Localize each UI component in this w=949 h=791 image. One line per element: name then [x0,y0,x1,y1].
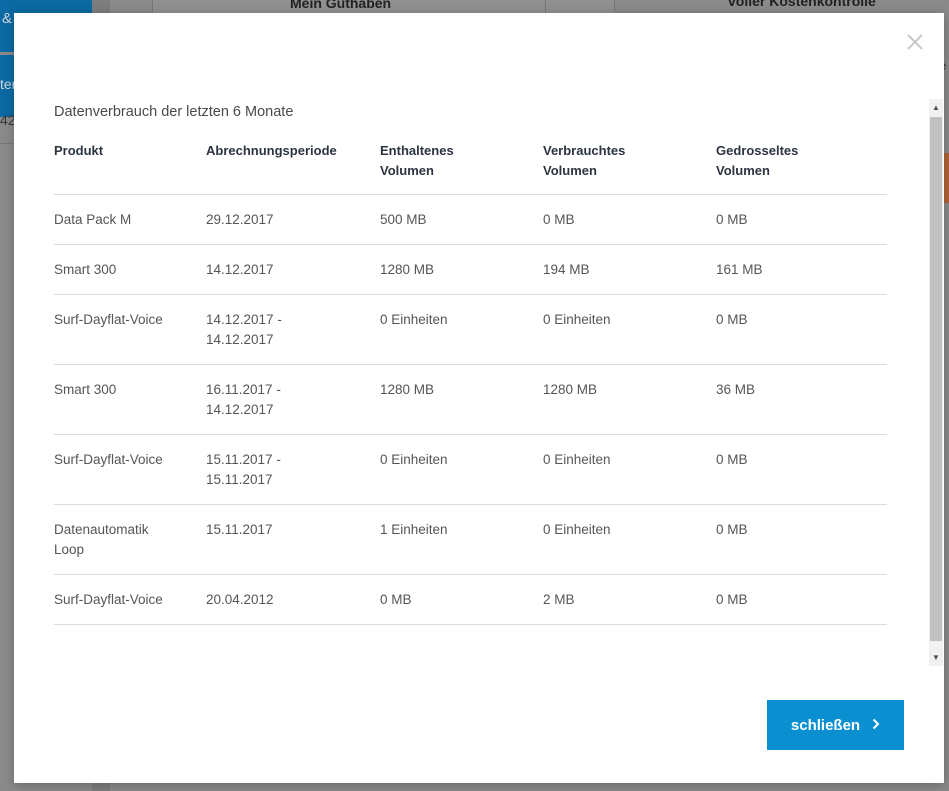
column-header-periode: Abrechnungsperiode [206,141,380,195]
background-divider [545,0,546,13]
cell-verbraucht: 0 MB [543,194,716,245]
close-modal-button-label: schließen [790,716,861,734]
cell-periode: 14.12.2017 [206,244,380,295]
cell-enthalten: 0 Einheiten [380,294,543,365]
cell-periode: 16.11.2017 - 14.12.2017 [206,364,380,435]
scroll-down-arrow-icon[interactable]: ▼ [929,649,943,666]
cell-produkt: Smart 300 [54,244,206,295]
cell-gedrosselt: 0 MB [716,194,887,245]
usage-table: Produkt Abrechnungsperiode Enthaltenes Vo… [54,141,887,625]
column-header-gedrosselt: Gedrosseltes Volumen [716,141,887,195]
cell-enthalten: 0 MB [380,574,543,625]
table-row: Datenautomatik Loop 15.11.2017 1 Einheit… [54,504,887,575]
cell-verbraucht: 1280 MB [543,364,716,435]
background-accent [944,153,949,203]
cell-produkt: Surf-Dayflat-Voice [54,434,206,505]
close-icon[interactable] [904,31,926,53]
close-modal-button[interactable]: schließen [767,700,904,750]
modal-content: Datenverbrauch der letzten 6 Monate Prod… [54,99,887,625]
cell-enthalten: 1280 MB [380,244,543,295]
cell-produkt: Datenautomatik Loop [54,504,206,575]
column-header-verbraucht: Verbrauchtes Volumen [543,141,716,195]
background-tile-text: & [2,10,13,27]
cell-verbraucht: 0 Einheiten [543,434,716,505]
cell-produkt: Surf-Dayflat-Voice [54,294,206,365]
cell-periode: 20.04.2012 [206,574,380,625]
modal-scroll-area[interactable]: Datenverbrauch der letzten 6 Monate Prod… [14,99,944,666]
cell-produkt: Smart 300 [54,364,206,435]
table-row: Smart 300 14.12.2017 1280 MB 194 MB 161 … [54,244,887,295]
cell-periode: 29.12.2017 [206,194,380,245]
cell-verbraucht: 194 MB [543,244,716,295]
section-title: Datenverbrauch der letzten 6 Monate [54,104,294,120]
table-row: Surf-Dayflat-Voice 14.12.2017 - 14.12.20… [54,294,887,365]
scroll-up-arrow-icon[interactable]: ▲ [929,99,943,116]
vertical-scrollbar[interactable]: ▲ ▼ [929,99,943,666]
cell-enthalten: 1280 MB [380,364,543,435]
table-row: Surf-Dayflat-Voice 20.04.2012 0 MB 2 MB … [54,574,887,625]
cell-produkt: Surf-Dayflat-Voice [54,574,206,625]
table-header-row: Produkt Abrechnungsperiode Enthaltenes Vo… [54,141,887,195]
column-header-produkt: Produkt [54,141,206,195]
cell-periode: 15.11.2017 - 15.11.2017 [206,434,380,505]
cell-gedrosselt: 0 MB [716,434,887,505]
cell-gedrosselt: 0 MB [716,574,887,625]
cell-enthalten: 1 Einheiten [380,504,543,575]
cell-verbraucht: 2 MB [543,574,716,625]
cell-enthalten: 0 Einheiten [380,434,543,505]
cell-verbraucht: 0 Einheiten [543,504,716,575]
cell-gedrosselt: 0 MB [716,504,887,575]
scrollbar-thumb[interactable] [930,117,942,641]
column-header-enthalten: Enthaltenes Volumen [380,141,543,195]
cell-enthalten: 500 MB [380,194,543,245]
cell-periode: 14.12.2017 - 14.12.2017 [206,294,380,365]
table-row: Surf-Dayflat-Voice 15.11.2017 - 15.11.20… [54,434,887,505]
cell-periode: 15.11.2017 [206,504,380,575]
cell-produkt: Data Pack M [54,194,206,245]
cell-gedrosselt: 161 MB [716,244,887,295]
data-usage-modal: Datenverbrauch der letzten 6 Monate Prod… [14,13,944,783]
cell-verbraucht: 0 Einheiten [543,294,716,365]
table-row: Data Pack M 29.12.2017 500 MB 0 MB 0 MB [54,194,887,245]
background-divider [614,0,615,13]
table-row: Smart 300 16.11.2017 - 14.12.2017 1280 M… [54,364,887,435]
chevron-right-icon [872,717,880,734]
background-card-title: voller Kostenkontrolle [728,0,876,9]
cell-gedrosselt: 36 MB [716,364,887,435]
cell-gedrosselt: 0 MB [716,294,887,365]
